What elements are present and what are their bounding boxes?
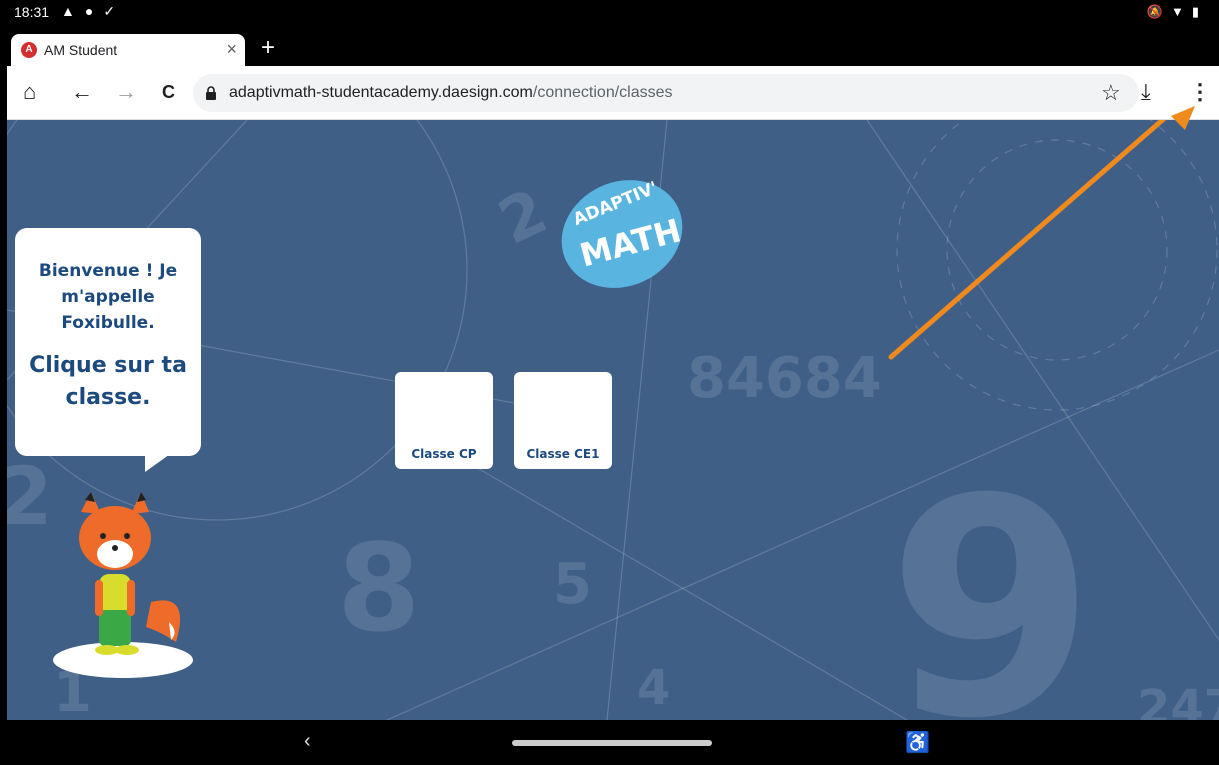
bubble-greeting: Bienvenue ! Je m'appelle Foxibulle. — [38, 261, 178, 333]
close-tab-icon[interactable]: × — [226, 39, 237, 60]
class-card-cp[interactable]: Classe CP — [395, 372, 493, 469]
download-icon[interactable]: ⤓ — [1141, 80, 1151, 104]
class-label: Classe CE1 — [526, 447, 600, 461]
fox-mascot — [53, 492, 193, 678]
nav-home-handle[interactable] — [512, 740, 712, 746]
status-notification-icons: ▲ ● ✓ — [61, 3, 115, 20]
status-time: 18:31 — [14, 4, 50, 20]
tab-strip: A AM Student × + — [7, 26, 1219, 66]
warning-icon: ▲ — [61, 3, 75, 19]
tab-title: AM Student — [44, 42, 118, 58]
new-tab-button[interactable]: + — [261, 36, 275, 60]
url-text: adaptivmath-studentacademy.daesign.com/c… — [229, 84, 673, 102]
bubble-instruction: Clique sur ta classe. — [29, 353, 187, 410]
bg-number: 5 — [553, 552, 592, 617]
bookmark-star-icon[interactable]: ☆ — [1101, 81, 1121, 105]
class-card-ce1[interactable]: Classe CE1 — [514, 372, 612, 469]
url-host: adaptivmath-studentacademy.daesign.com — [229, 84, 533, 101]
speech-bubble-tail — [145, 452, 173, 472]
bg-number: 4 — [637, 660, 671, 716]
class-label: Classe CP — [411, 447, 477, 461]
status-system-icons: 🔕 ▼ ▮ — [1147, 4, 1199, 20]
menu-kebab-icon[interactable]: ⋮ — [1189, 80, 1211, 104]
bg-number: 9 — [887, 435, 1096, 721]
bg-number: 8 — [337, 520, 421, 659]
speech-bubble: Bienvenue ! Je m'appelle Foxibulle. Cliq… — [15, 228, 201, 456]
accessibility-icon[interactable]: ♿ — [905, 730, 930, 755]
reload-icon[interactable]: C — [162, 80, 175, 104]
back-icon[interactable]: ← — [71, 80, 93, 104]
browser-toolbar: ⌂ ← → C adaptivmath-studentacademy.daesi… — [7, 66, 1219, 120]
page-content: 2 84684 8 5 9 4 1 2 247 ADAPTIV' MATH Bi… — [7, 120, 1219, 720]
check-icon: ✓ — [103, 3, 116, 19]
address-bar[interactable]: adaptivmath-studentacademy.daesign.com/c… — [193, 74, 1139, 112]
status-bar: 18:31 ▲ ● ✓ 🔕 ▼ ▮ — [7, 0, 1219, 26]
url-path: /connection/classes — [532, 84, 673, 101]
browser-tab[interactable]: A AM Student × — [11, 34, 245, 66]
android-nav-bar: ‹ ♿ — [7, 720, 1219, 765]
bg-number: 2 — [7, 450, 53, 543]
adaptivmath-logo: ADAPTIV' MATH — [559, 172, 685, 292]
lock-icon — [206, 86, 216, 100]
battery-icon: ▮ — [1191, 4, 1199, 19]
bg-number: 84684 — [687, 346, 882, 411]
home-icon[interactable]: ⌂ — [23, 80, 36, 104]
forward-icon[interactable]: → — [115, 80, 137, 104]
bg-number: 247 — [1137, 680, 1219, 720]
mute-icon: 🔕 — [1146, 4, 1163, 19]
wifi-icon: ▼ — [1170, 4, 1184, 19]
device-screen: 18:31 ▲ ● ✓ 🔕 ▼ ▮ A AM Student × + ⌂ ← →… — [7, 0, 1219, 765]
nav-back-icon[interactable]: ‹ — [304, 730, 311, 753]
angular-favicon-icon: A — [21, 42, 37, 58]
chat-icon: ● — [84, 3, 94, 19]
